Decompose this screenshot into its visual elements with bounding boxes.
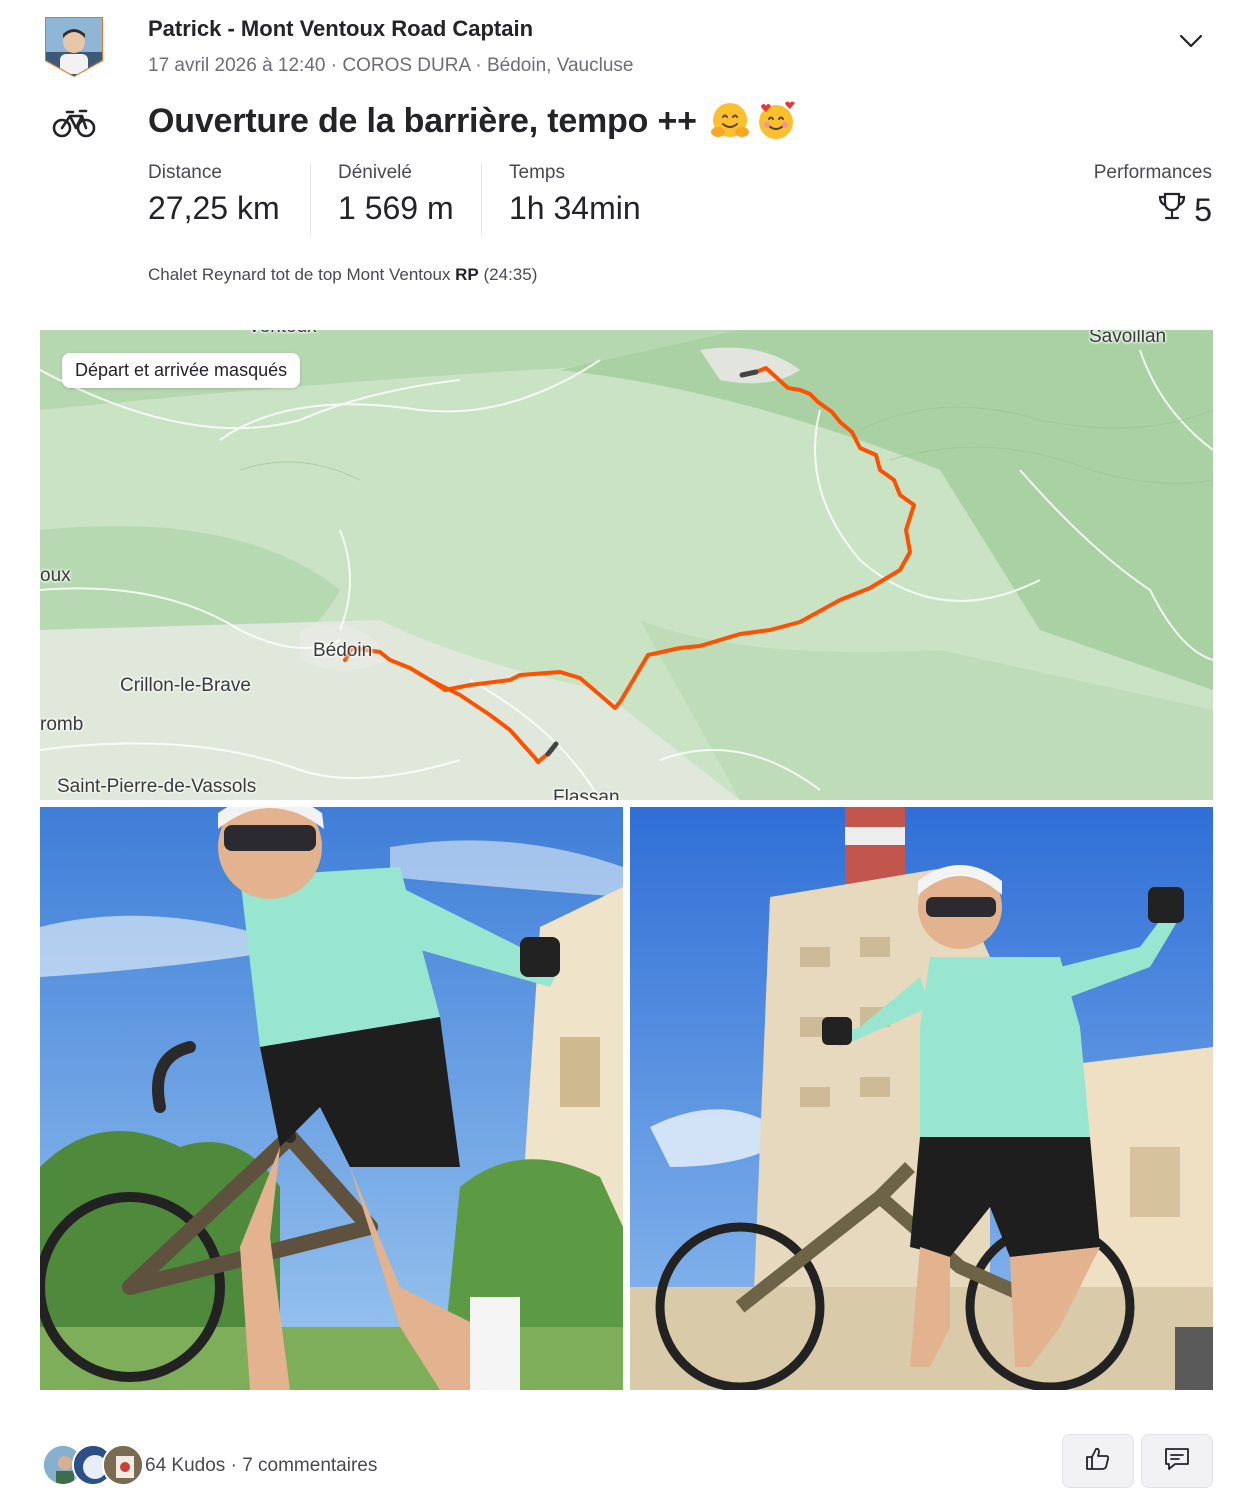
- stat-time: Temps 1h 34min: [509, 162, 641, 227]
- cyclist-photo: [40, 807, 623, 1390]
- kudos-summary: 64 Kudos · 7 commentaires: [145, 1455, 377, 1477]
- map-label: Bédoin: [313, 640, 373, 661]
- map-label: Saint-Pierre-de-Vassols: [57, 776, 257, 797]
- stat-label: Distance: [148, 162, 222, 183]
- cyclist-summit-photo: [630, 807, 1213, 1390]
- activity-photo-2[interactable]: [630, 807, 1213, 1390]
- kudos-avatars[interactable]: [42, 1444, 144, 1488]
- privacy-badge: Départ et arrivée masqués: [62, 353, 301, 388]
- stat-value: 27,25 km: [148, 190, 280, 226]
- stat-elevation: Dénivelé 1 569 m: [338, 162, 454, 227]
- route-map[interactable]: Départ et arrivée masqués Ventoux Savoil…: [40, 330, 1213, 800]
- thumbs-up-icon: [1084, 1445, 1112, 1478]
- map-label: Ventoux: [248, 330, 317, 338]
- chevron-down-icon[interactable]: [1176, 28, 1206, 54]
- comments-count[interactable]: 7 commentaires: [242, 1455, 377, 1476]
- athlete-avatar[interactable]: [44, 16, 104, 78]
- stat-value: 1 569 m: [338, 190, 454, 226]
- separator: ·: [230, 1455, 237, 1476]
- stat-label: Temps: [509, 162, 565, 183]
- kudos-button[interactable]: [1062, 1434, 1134, 1488]
- map-label: Flassan: [553, 787, 620, 800]
- athlete-name[interactable]: Patrick - Mont Ventoux Road Captain: [148, 16, 533, 42]
- map-label: Savoillan: [1089, 330, 1167, 347]
- bike-icon: [52, 106, 96, 140]
- activity-title[interactable]: Ouverture de la barrière, tempo ++: [148, 100, 797, 142]
- trophy-icon: [1156, 190, 1188, 230]
- map-terrain: [40, 330, 1213, 800]
- activity-photo-1[interactable]: [40, 807, 623, 1390]
- stat-label: Dénivelé: [338, 162, 412, 183]
- comment-icon: [1163, 1445, 1191, 1478]
- map-label: oux: [40, 565, 71, 586]
- stat-divider: [310, 164, 311, 234]
- activity-meta: 17 avril 2026 à 12:40 · COROS DURA · Béd…: [148, 55, 634, 76]
- smiling-face-with-hearts-emoji: [755, 100, 797, 142]
- comment-button[interactable]: [1141, 1434, 1213, 1488]
- hugging-face-emoji: [709, 100, 751, 142]
- performances[interactable]: Performances 5: [1094, 162, 1212, 230]
- segment-badge: RP: [455, 265, 479, 284]
- map-label: Crillon-le-Brave: [120, 675, 251, 696]
- kudos-count[interactable]: 64 Kudos: [145, 1455, 225, 1476]
- stat-distance: Distance 27,25 km: [148, 162, 280, 227]
- avatar: [102, 1444, 144, 1486]
- map-label: romb: [40, 714, 84, 735]
- segment-achievement[interactable]: Chalet Reynard tot de top Mont Ventoux R…: [148, 265, 537, 285]
- segment-name: Chalet Reynard tot de top Mont Ventoux: [148, 265, 451, 284]
- activity-title-text: Ouverture de la barrière, tempo ++: [148, 101, 697, 140]
- segment-time: (24:35): [483, 265, 538, 284]
- performances-count: 5: [1194, 191, 1212, 228]
- performances-label: Performances: [1093, 162, 1212, 183]
- stat-divider: [481, 164, 482, 234]
- stat-value: 1h 34min: [509, 190, 641, 226]
